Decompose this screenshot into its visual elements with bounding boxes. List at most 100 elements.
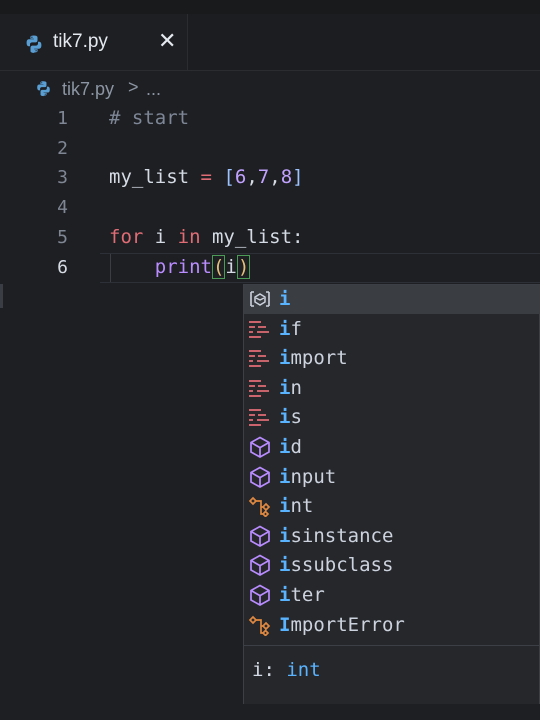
keyword-icon [248,318,272,340]
suggestion-label: if [279,318,302,340]
code-token: , [269,166,281,188]
suggestion-rest: nput [290,466,337,488]
code-line[interactable]: for i in my_list: [109,226,304,248]
suggestion-label: isinstance [279,525,393,547]
suggestion-label: input [279,466,336,488]
suggestion-label: iter [279,584,325,606]
code-token: print [154,256,212,278]
suggestion-match: i [279,347,291,369]
suggestion-label: issubclass [279,554,393,576]
suggestion-match: i [279,525,291,547]
suggestion-item[interactable]: int [244,492,540,521]
suggestion-item[interactable]: isinstance [244,522,540,551]
python-file-icon [26,35,42,53]
suggestion-rest: sinstance [290,525,394,547]
code-token: my_list [109,166,190,188]
suggestion-item[interactable]: is [244,403,540,432]
suggestion-label: id [279,436,302,458]
line-number: 3 [57,167,68,188]
suggestion-match: i [279,406,291,428]
code-token: , [246,166,258,188]
code-token: in [177,226,201,248]
suggestion-match: i [279,584,291,606]
close-icon[interactable]: ✕ [158,30,176,52]
code-line[interactable]: print(i) [109,255,251,279]
suggestion-label: is [279,406,302,428]
suggestion-match: i [279,554,291,576]
class-icon [248,495,272,518]
keyword-icon [248,377,272,399]
suggestion-item[interactable]: i [244,285,540,314]
suggestion-detail: i: int [244,645,539,704]
suggestion-rest: nt [290,495,314,517]
function-icon [248,584,272,606]
suggestion-item[interactable]: in [244,374,540,403]
code-token: my_list: [200,226,304,248]
code-token: = [200,166,212,188]
breadcrumb-separator: > [128,77,139,97]
tab-label: tik7.py [53,31,108,52]
suggestion-match: i [279,377,291,399]
suggestion-rest: ter [290,584,325,606]
suggestion-item[interactable]: input [244,463,540,492]
suggestion-item[interactable]: if [244,315,540,344]
line-number: 4 [57,197,68,218]
class-icon [248,614,272,637]
suggestion-label: in [279,377,302,399]
keyword-icon [248,347,272,369]
indent-guide [110,254,111,282]
code-token: 7 [257,166,270,188]
detail-name: i: [252,659,287,681]
suggestion-rest: ssubclass [290,554,394,576]
suggestion-rest: s [290,406,302,428]
suggestion-match: i [279,466,291,488]
line-number: 2 [57,138,68,159]
suggestion-match: i [279,495,291,517]
line-number: 5 [57,227,68,248]
suggestion-label: import [279,347,348,369]
code-line[interactable]: # start [109,107,189,129]
code-line[interactable]: my_list = [6,7,8] [109,166,304,188]
suggestion-rest: mportError [290,614,405,636]
suggestion-match: I [279,614,291,636]
tab-bar: tik7.py ✕ [0,14,540,71]
suggestion-item[interactable]: import [244,344,540,373]
code-token: ( [211,255,226,279]
suggestion-rest: f [290,318,302,340]
code-token: i [143,226,178,248]
code-token: [ [223,166,235,188]
tab-tik7[interactable]: tik7.py ✕ [0,14,188,70]
suggestion-match: i [279,288,291,310]
code-token: 8 [280,166,293,188]
line-number: 6 [57,257,68,278]
suggestion-item[interactable]: ImportError [244,611,540,640]
suggestion-item[interactable]: iter [244,581,540,610]
detail-type: int [286,659,321,681]
breadcrumb-file[interactable]: tik7.py [62,79,114,100]
suggestion-label: ImportError [279,614,405,636]
function-icon [248,466,272,488]
suggestion-label: int [279,495,313,517]
breadcrumb-more[interactable]: ... [146,79,161,100]
minimap-edge [0,284,3,308]
code-token: 6 [234,166,247,188]
variable-icon [248,288,272,310]
suggestion-widget[interactable]: i if import in is id input int isinstance issubcl… [243,284,540,704]
suggestion-rest: n [290,377,302,399]
suggestion-match: i [279,436,291,458]
python-file-icon [37,81,50,97]
code-token: # start [109,107,190,129]
keyword-icon [248,406,272,428]
code-token: ] [292,166,304,188]
function-icon [248,525,272,547]
code-token: ) [236,255,251,279]
function-icon [248,436,272,458]
line-number: 1 [57,108,68,129]
code-token: for [109,226,144,248]
suggestion-item[interactable]: issubclass [244,551,540,580]
suggestion-rest: d [290,436,302,458]
suggestion-item[interactable]: id [244,433,540,462]
